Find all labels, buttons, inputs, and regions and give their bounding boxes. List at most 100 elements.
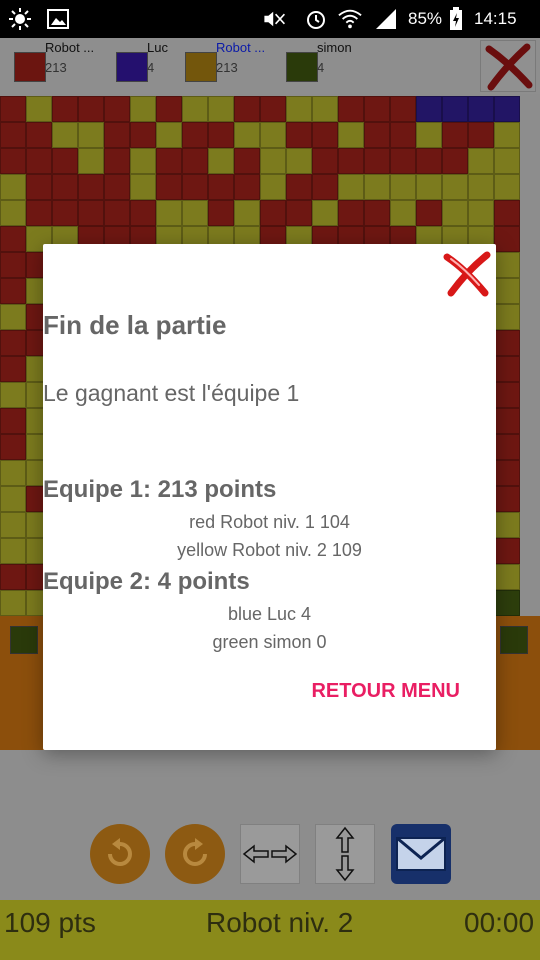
board-cell[interactable]	[494, 564, 520, 590]
board-cell[interactable]	[130, 96, 156, 122]
player-card[interactable]: simon 4	[272, 38, 372, 94]
board-cell[interactable]	[260, 122, 286, 148]
board-cell[interactable]	[416, 96, 442, 122]
board-cell[interactable]	[234, 200, 260, 226]
board-cell[interactable]	[416, 122, 442, 148]
board-cell[interactable]	[0, 486, 26, 512]
board-cell[interactable]	[338, 96, 364, 122]
board-cell[interactable]	[494, 278, 520, 304]
board-cell[interactable]	[156, 96, 182, 122]
board-cell[interactable]	[78, 200, 104, 226]
board-cell[interactable]	[338, 148, 364, 174]
back-to-menu-button[interactable]: RETOUR MENU	[311, 680, 460, 703]
board-cell[interactable]	[494, 148, 520, 174]
player-card[interactable]: Robot ... 213	[0, 38, 100, 94]
board-cell[interactable]	[494, 226, 520, 252]
board-cell[interactable]	[494, 590, 520, 616]
board-cell[interactable]	[468, 174, 494, 200]
board-cell[interactable]	[416, 200, 442, 226]
board-cell[interactable]	[156, 122, 182, 148]
board-cell[interactable]	[468, 96, 494, 122]
board-cell[interactable]	[234, 122, 260, 148]
board-cell[interactable]	[26, 148, 52, 174]
board-cell[interactable]	[312, 96, 338, 122]
board-cell[interactable]	[390, 200, 416, 226]
board-cell[interactable]	[390, 148, 416, 174]
board-cell[interactable]	[364, 200, 390, 226]
flip-horizontal-button[interactable]	[240, 824, 300, 884]
board-cell[interactable]	[0, 408, 26, 434]
board-cell[interactable]	[442, 174, 468, 200]
board-cell[interactable]	[364, 148, 390, 174]
board-cell[interactable]	[494, 330, 520, 356]
board-cell[interactable]	[234, 174, 260, 200]
board-cell[interactable]	[52, 174, 78, 200]
board-cell[interactable]	[52, 96, 78, 122]
board-cell[interactable]	[0, 538, 26, 564]
board-cell[interactable]	[312, 122, 338, 148]
board-cell[interactable]	[338, 174, 364, 200]
board-cell[interactable]	[0, 148, 26, 174]
board-cell[interactable]	[286, 174, 312, 200]
board-cell[interactable]	[390, 96, 416, 122]
board-cell[interactable]	[78, 122, 104, 148]
board-cell[interactable]	[0, 226, 26, 252]
board-cell[interactable]	[234, 148, 260, 174]
board-cell[interactable]	[260, 96, 286, 122]
board-cell[interactable]	[104, 200, 130, 226]
board-cell[interactable]	[364, 96, 390, 122]
board-cell[interactable]	[494, 122, 520, 148]
rotate-right-button[interactable]	[165, 824, 225, 884]
board-cell[interactable]	[78, 174, 104, 200]
board-cell[interactable]	[416, 148, 442, 174]
board-cell[interactable]	[182, 148, 208, 174]
board-cell[interactable]	[182, 200, 208, 226]
board-cell[interactable]	[0, 278, 26, 304]
board-cell[interactable]	[0, 252, 26, 278]
board-cell[interactable]	[494, 252, 520, 278]
board-cell[interactable]	[104, 122, 130, 148]
board-cell[interactable]	[260, 200, 286, 226]
board-cell[interactable]	[494, 96, 520, 122]
quit-game-button[interactable]	[480, 40, 536, 92]
board-cell[interactable]	[494, 434, 520, 460]
board-cell[interactable]	[104, 96, 130, 122]
board-cell[interactable]	[468, 148, 494, 174]
board-cell[interactable]	[494, 174, 520, 200]
board-cell[interactable]	[416, 174, 442, 200]
board-cell[interactable]	[468, 122, 494, 148]
board-cell[interactable]	[312, 174, 338, 200]
board-cell[interactable]	[494, 512, 520, 538]
rotate-left-button[interactable]	[90, 824, 150, 884]
board-cell[interactable]	[260, 174, 286, 200]
board-cell[interactable]	[0, 122, 26, 148]
board-cell[interactable]	[286, 148, 312, 174]
flip-vertical-button[interactable]	[315, 824, 375, 884]
board-cell[interactable]	[0, 174, 26, 200]
board-cell[interactable]	[130, 174, 156, 200]
board-cell[interactable]	[0, 590, 26, 616]
board-cell[interactable]	[52, 148, 78, 174]
board-cell[interactable]	[494, 486, 520, 512]
board-cell[interactable]	[442, 200, 468, 226]
board-cell[interactable]	[0, 330, 26, 356]
board-cell[interactable]	[286, 96, 312, 122]
board-cell[interactable]	[286, 200, 312, 226]
board-cell[interactable]	[104, 148, 130, 174]
board-cell[interactable]	[182, 96, 208, 122]
board-cell[interactable]	[0, 304, 26, 330]
board-cell[interactable]	[442, 122, 468, 148]
board-cell[interactable]	[104, 174, 130, 200]
board-cell[interactable]	[26, 96, 52, 122]
board-cell[interactable]	[494, 382, 520, 408]
board-cell[interactable]	[390, 122, 416, 148]
board-cell[interactable]	[494, 408, 520, 434]
board-cell[interactable]	[494, 538, 520, 564]
board-cell[interactable]	[78, 96, 104, 122]
board-cell[interactable]	[0, 512, 26, 538]
board-cell[interactable]	[364, 174, 390, 200]
board-cell[interactable]	[0, 382, 26, 408]
board-cell[interactable]	[208, 122, 234, 148]
board-cell[interactable]	[156, 148, 182, 174]
board-cell[interactable]	[0, 564, 26, 590]
